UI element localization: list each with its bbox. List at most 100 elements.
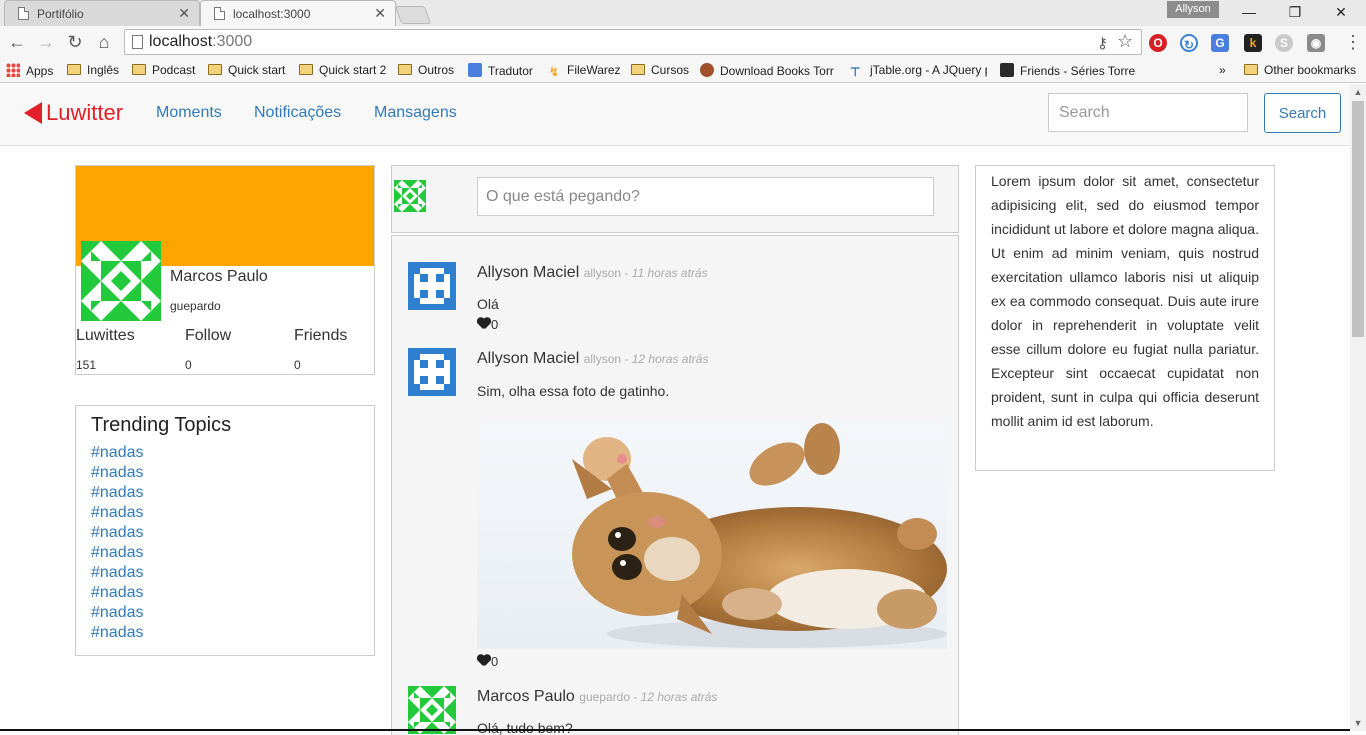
close-icon[interactable]: ✕	[178, 5, 190, 22]
stat-follow-label[interactable]: Follow	[185, 327, 231, 345]
bookmark-quick-start[interactable]: Quick start	[208, 63, 285, 79]
trending-tag[interactable]: #nadas	[91, 543, 144, 563]
sync-icon[interactable]: ↻	[1180, 34, 1198, 52]
nav-moments[interactable]: Moments	[156, 104, 222, 122]
kitten-photo[interactable]	[477, 419, 947, 649]
minimize-icon[interactable]: —	[1226, 0, 1272, 24]
post-author[interactable]: Allyson Maciel allyson - 11 horas atrás	[477, 264, 708, 282]
trending-title: Trending Topics	[91, 414, 232, 436]
stat-friends-value: 0	[294, 358, 301, 372]
bookmark-ingles[interactable]: Inglês	[67, 63, 119, 79]
trending-tag[interactable]: #nadas	[91, 583, 144, 603]
k-extension-icon[interactable]: k	[1244, 34, 1262, 52]
bookmark-cursos[interactable]: Cursos	[631, 63, 689, 79]
post-meta: allyson - 12 horas atrás	[583, 352, 709, 366]
post-text: Olá, tudo bem?	[477, 720, 573, 735]
bookmark-other[interactable]: Other bookmarks	[1244, 63, 1356, 79]
stat-friends-label[interactable]: Friends	[294, 327, 347, 345]
folder-icon	[398, 64, 412, 75]
avatar[interactable]	[394, 180, 426, 212]
folder-icon	[208, 64, 222, 75]
trending-tag[interactable]: #nadas	[91, 443, 144, 463]
window-close-icon[interactable]: ✕	[1318, 0, 1364, 24]
trending-topics-panel: Trending Topics #nadas #nadas #nadas #na…	[75, 405, 375, 656]
search-input[interactable]	[1048, 93, 1248, 132]
folder-icon	[299, 64, 313, 75]
bookmark-filewarez[interactable]: ↯ FileWarez	[547, 63, 621, 79]
like-button[interactable]: 0	[477, 317, 498, 332]
post-author[interactable]: Marcos Paulo guepardo - 12 horas atrás	[477, 688, 717, 706]
tab-title: localhost:3000	[233, 7, 311, 21]
feed: Allyson Maciel allyson - 11 horas atrás …	[391, 235, 959, 735]
url-text: localhost:3000	[149, 33, 253, 50]
compose-input[interactable]	[477, 177, 934, 216]
folder-icon	[1244, 64, 1258, 75]
new-tab-button[interactable]	[394, 6, 432, 24]
key-icon[interactable]: ⚷	[1097, 34, 1108, 52]
bookmark-star-icon[interactable]: ☆	[1117, 31, 1133, 52]
scrollbar-thumb[interactable]	[1352, 101, 1364, 337]
like-button[interactable]: 0	[477, 654, 498, 669]
back-arrow-icon[interactable]: ←	[6, 32, 28, 54]
bookmark-friends-series[interactable]: Friends - Séries Torrer	[1000, 63, 1136, 79]
menu-icon[interactable]: ⋮	[1344, 32, 1362, 52]
app-navbar: Luwitter Moments Notificações Mansagens …	[0, 84, 1350, 146]
browser-tab-strip: Portifólio ✕ localhost:3000 ✕ Allyson — …	[0, 0, 1366, 26]
avatar[interactable]	[81, 241, 161, 321]
heart-icon	[477, 318, 491, 330]
camera-icon[interactable]: ◉	[1307, 34, 1325, 52]
heart-icon	[477, 655, 491, 667]
post-meta: allyson - 11 horas atrás	[583, 266, 708, 280]
browser-tab-portfolio[interactable]: Portifólio ✕	[4, 0, 200, 26]
folder-icon	[631, 64, 645, 75]
folder-icon	[67, 64, 81, 75]
scroll-down-icon[interactable]: ▼	[1350, 715, 1366, 731]
brand-logo[interactable]: Luwitter	[24, 100, 123, 126]
shield-icon	[700, 63, 714, 77]
trending-tag[interactable]: #nadas	[91, 463, 144, 483]
close-icon[interactable]: ✕	[374, 5, 386, 22]
bookmark-apps[interactable]: Apps	[6, 63, 53, 79]
bookmark-download-books[interactable]: Download Books Torr	[700, 63, 838, 79]
page-scrollbar[interactable]: ▲ ▼	[1350, 84, 1366, 731]
trending-tag[interactable]: #nadas	[91, 563, 144, 583]
bookmark-podcast[interactable]: Podcast	[132, 63, 195, 79]
bookmark-jtable[interactable]: ⊤ jTable.org - A JQuery p	[850, 63, 987, 79]
trending-tag[interactable]: #nadas	[91, 483, 144, 503]
home-icon[interactable]: ⌂	[93, 32, 115, 54]
bookmark-quick-start-2[interactable]: Quick start 2	[299, 63, 386, 79]
stat-luwittes-value: 151	[76, 358, 97, 372]
google-translate-icon[interactable]: G	[1211, 34, 1229, 52]
trending-tag[interactable]: #nadas	[91, 623, 144, 643]
profile-card: Marcos Paulo guepardo Luwittes Follow Fr…	[75, 165, 375, 375]
folder-icon	[132, 64, 146, 75]
bookmark-outros[interactable]: Outros	[398, 63, 454, 79]
bookmarks-overflow-chevron[interactable]: »	[1219, 63, 1226, 79]
address-bar[interactable]: localhost:3000 ⚷ ☆	[124, 29, 1142, 55]
profile-name[interactable]: Marcos Paulo	[170, 268, 268, 286]
post-text: Sim, olha essa foto de gatinho.	[477, 383, 670, 399]
skype-icon[interactable]: S	[1275, 34, 1293, 52]
stat-luwittes-label[interactable]: Luwittes	[76, 327, 135, 345]
nav-mensagens[interactable]: Mansagens	[374, 104, 457, 122]
site-icon	[1000, 63, 1014, 77]
scroll-up-icon[interactable]: ▲	[1350, 84, 1366, 100]
search-button[interactable]: Search	[1264, 93, 1341, 133]
avatar[interactable]	[408, 348, 456, 396]
browser-tab-localhost[interactable]: localhost:3000 ✕	[200, 0, 396, 26]
nav-notificacoes[interactable]: Notificações	[254, 104, 341, 122]
avatar[interactable]	[408, 686, 456, 734]
lightning-icon: ↯	[548, 65, 560, 79]
sidebar-text-box: Lorem ipsum dolor sit amet, consectetur …	[975, 165, 1275, 471]
trending-tag[interactable]: #nadas	[91, 603, 144, 623]
restore-icon[interactable]: ❐	[1272, 0, 1318, 24]
reload-icon[interactable]: ↻	[64, 32, 86, 54]
post-author[interactable]: Allyson Maciel allyson - 12 horas atrás	[477, 350, 708, 368]
trending-tag[interactable]: #nadas	[91, 523, 144, 543]
browser-profile-button[interactable]: Allyson	[1167, 1, 1219, 18]
opera-icon[interactable]: O	[1149, 34, 1167, 52]
bookmark-tradutor[interactable]: Tradutor	[468, 63, 533, 79]
trending-tag[interactable]: #nadas	[91, 503, 144, 523]
forward-arrow-icon[interactable]: →	[35, 32, 57, 54]
avatar[interactable]	[408, 262, 456, 310]
